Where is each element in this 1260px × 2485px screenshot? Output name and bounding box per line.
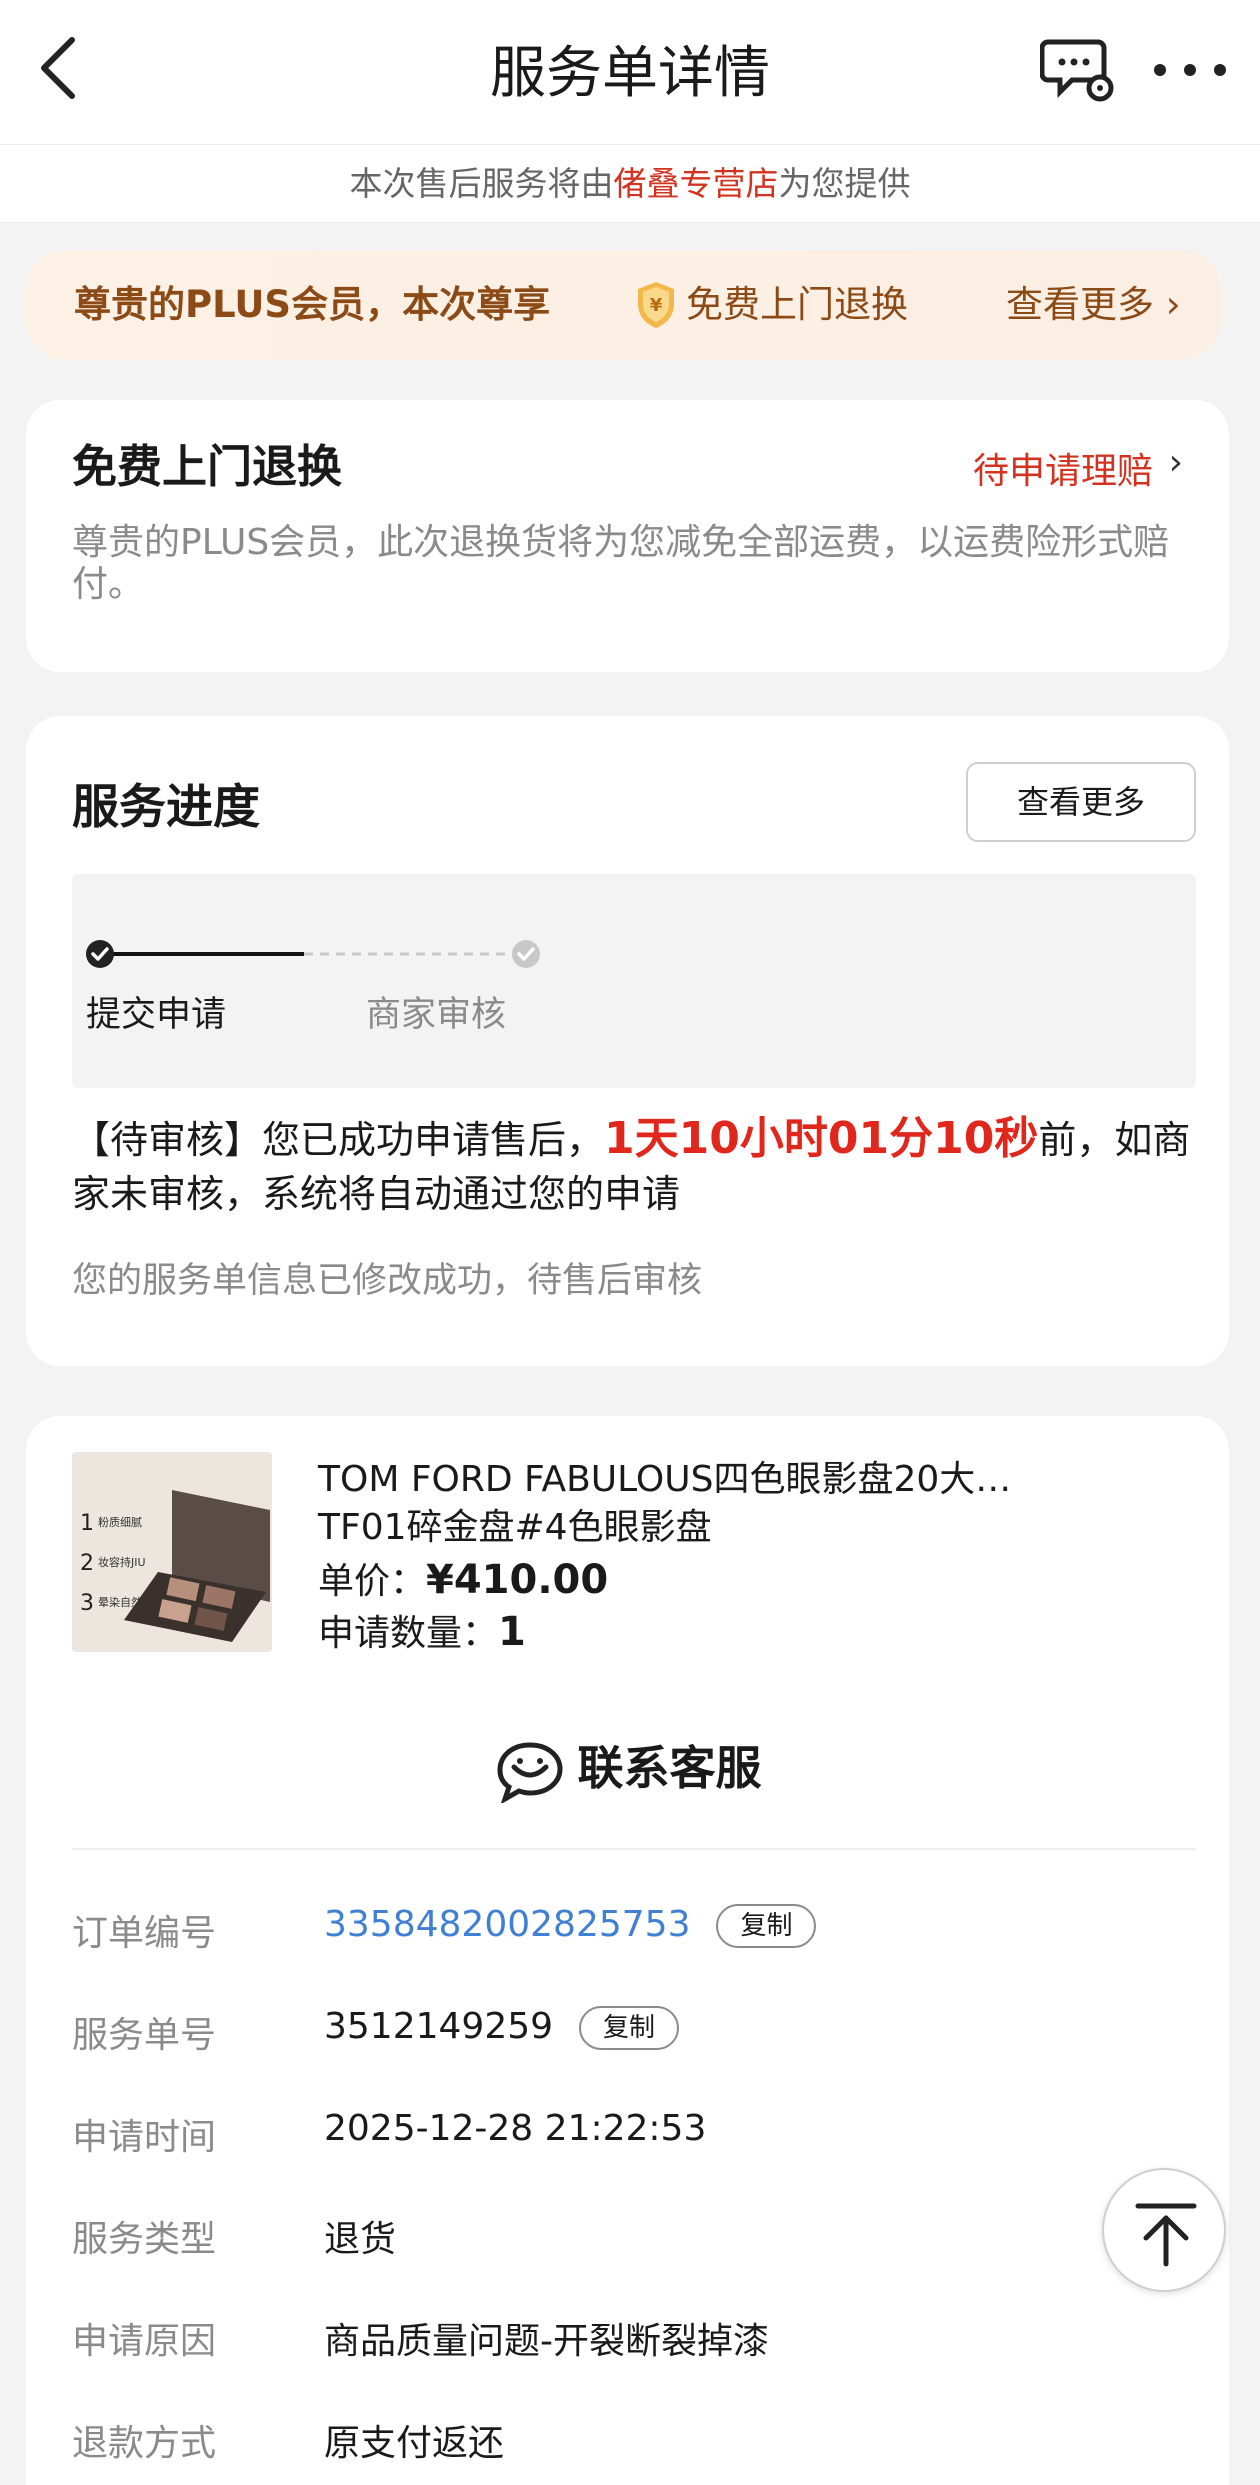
copy-order-number-button[interactable]: 复制 [716,1904,817,1948]
service-progress-card: 服务进度 查看更多 提交申请 商家审核 【待审核】您已成功申请售后，1天10小时… [26,716,1229,1366]
chat-settings-icon[interactable] [1040,32,1120,112]
price-value: ¥410.00 [426,1557,609,1603]
quantity-value: 1 [498,1609,526,1655]
top-bar: 服务单详情 [0,0,1260,145]
countdown-timer: 1天10小时01分10秒 [604,1113,1039,1164]
divider [72,1848,1196,1850]
plus-member-banner[interactable]: 尊贵的PLUS会员，本次尊享 ¥ 免费上门退换 查看更多 › [26,250,1221,360]
product-quantity: 申请数量：1 [318,1604,526,1656]
step-merchant-review-label: 商家审核 [366,995,507,1035]
detail-key: 申请时间 [72,2117,217,2158]
progress-msg-prefix: 【待审核】您已成功申请售后， [72,1118,605,1162]
order-number-value[interactable]: 3358482002825753 [324,1904,690,1945]
progress-line [86,940,540,968]
svg-text:3: 3 [80,1591,94,1616]
thumb-line-3: 晕染自然 [98,1595,142,1609]
detail-key: 订单编号 [72,1913,217,1954]
notice-suffix: 为您提供 [778,164,911,203]
detail-value: 2025-12-28 21:22:53 [324,2108,707,2149]
service-number-value: 3512149259 [324,2006,554,2047]
order-details-card: 1 2 3 粉质细腻 妆容持JIU 晕染自然 TOM FORD FABULOUS… [26,1416,1229,2485]
svg-text:2: 2 [80,1551,94,1576]
detail-value: 原支付返还 [324,2423,505,2464]
more-options-icon[interactable] [1145,30,1235,110]
view-more-button[interactable]: 查看更多 [966,762,1196,842]
product-name[interactable]: TOM FORD FABULOUS四色眼影盘20大… [318,1454,1118,1506]
free-pickup-title: 免费上门退换 [72,440,343,493]
product-name-line2: TF01碎金盘#4色眼影盘 [318,1507,712,1548]
contact-service-label: 联系客服 [577,1741,762,1795]
detail-key: 服务单号 [72,2015,217,2056]
free-pickup-card: 免费上门退换 待申请理赔 › 尊贵的PLUS会员，此次退换货将为您减免全部运费，… [26,400,1229,672]
arrow-up-icon [1135,2203,1197,2267]
product-thumbnail[interactable]: 1 2 3 粉质细腻 妆容持JIU 晕染自然 [72,1452,272,1652]
shield-yen-icon: ¥ [638,282,674,328]
notice-prefix: 本次售后服务将由 [349,164,614,203]
thumb-line-1: 粉质细腻 [98,1516,142,1529]
plus-banner-text: 尊贵的PLUS会员，本次尊享 [74,283,551,326]
progress-title: 服务进度 [72,780,260,835]
step-submit-label: 提交申请 [86,995,227,1035]
progress-message: 【待审核】您已成功申请售后，1天10小时01分10秒前，如商家未审核，系统将自动… [72,1112,1202,1221]
thumb-line-2: 妆容持JIU [98,1555,146,1569]
product-name-line1: TOM FORD FABULOUS四色眼影盘20大… [318,1459,1012,1500]
contact-service-button[interactable]: 联系客服 [26,1732,1229,1803]
progress-sub-message: 您的服务单信息已修改成功，待售后审核 [72,1261,703,1301]
customer-service-icon [496,1741,563,1803]
order-number-link[interactable]: 3358482002825753 复制 [324,1904,817,1948]
detail-value: 退货 [324,2219,397,2260]
quantity-label: 申请数量： [318,1613,499,1654]
detail-key: 服务类型 [72,2219,217,2260]
service-number: 3512149259 复制 [324,2006,680,2050]
claim-status-link[interactable]: 待申请理赔 [973,442,1153,494]
service-provider-notice: 本次售后服务将由偖叠专营店为您提供 [0,145,1260,223]
free-pickup-desc: 尊贵的PLUS会员，此次退换货将为您减免全部运费，以运费险形式赔付。 [72,522,1170,605]
eyeshadow-palette-image: 1 2 3 粉质细腻 妆容持JIU 晕染自然 [72,1452,272,1652]
plus-benefit: 免费上门退换 [686,283,908,326]
price-label: 单价： [318,1561,427,1602]
svg-text:¥: ¥ [650,295,663,316]
shop-name-link[interactable]: 偖叠专营店 [614,164,779,203]
detail-value: 商品质量问题-开裂断裂掉漆 [324,2321,769,2362]
back-to-top-button[interactable] [1102,2168,1226,2292]
copy-service-number-button[interactable]: 复制 [579,2006,680,2050]
product-variant: TF01碎金盘#4色眼影盘 [318,1502,1118,1554]
detail-key: 申请原因 [72,2321,217,2362]
detail-key: 退款方式 [72,2423,217,2464]
product-price: 单价：¥410.00 [318,1552,608,1604]
svg-text:1: 1 [80,1511,94,1536]
chevron-right-icon[interactable]: › [1169,442,1183,483]
plus-view-more[interactable]: 查看更多 › [1006,250,1181,360]
progress-tracker: 提交申请 商家审核 [72,874,1196,1088]
